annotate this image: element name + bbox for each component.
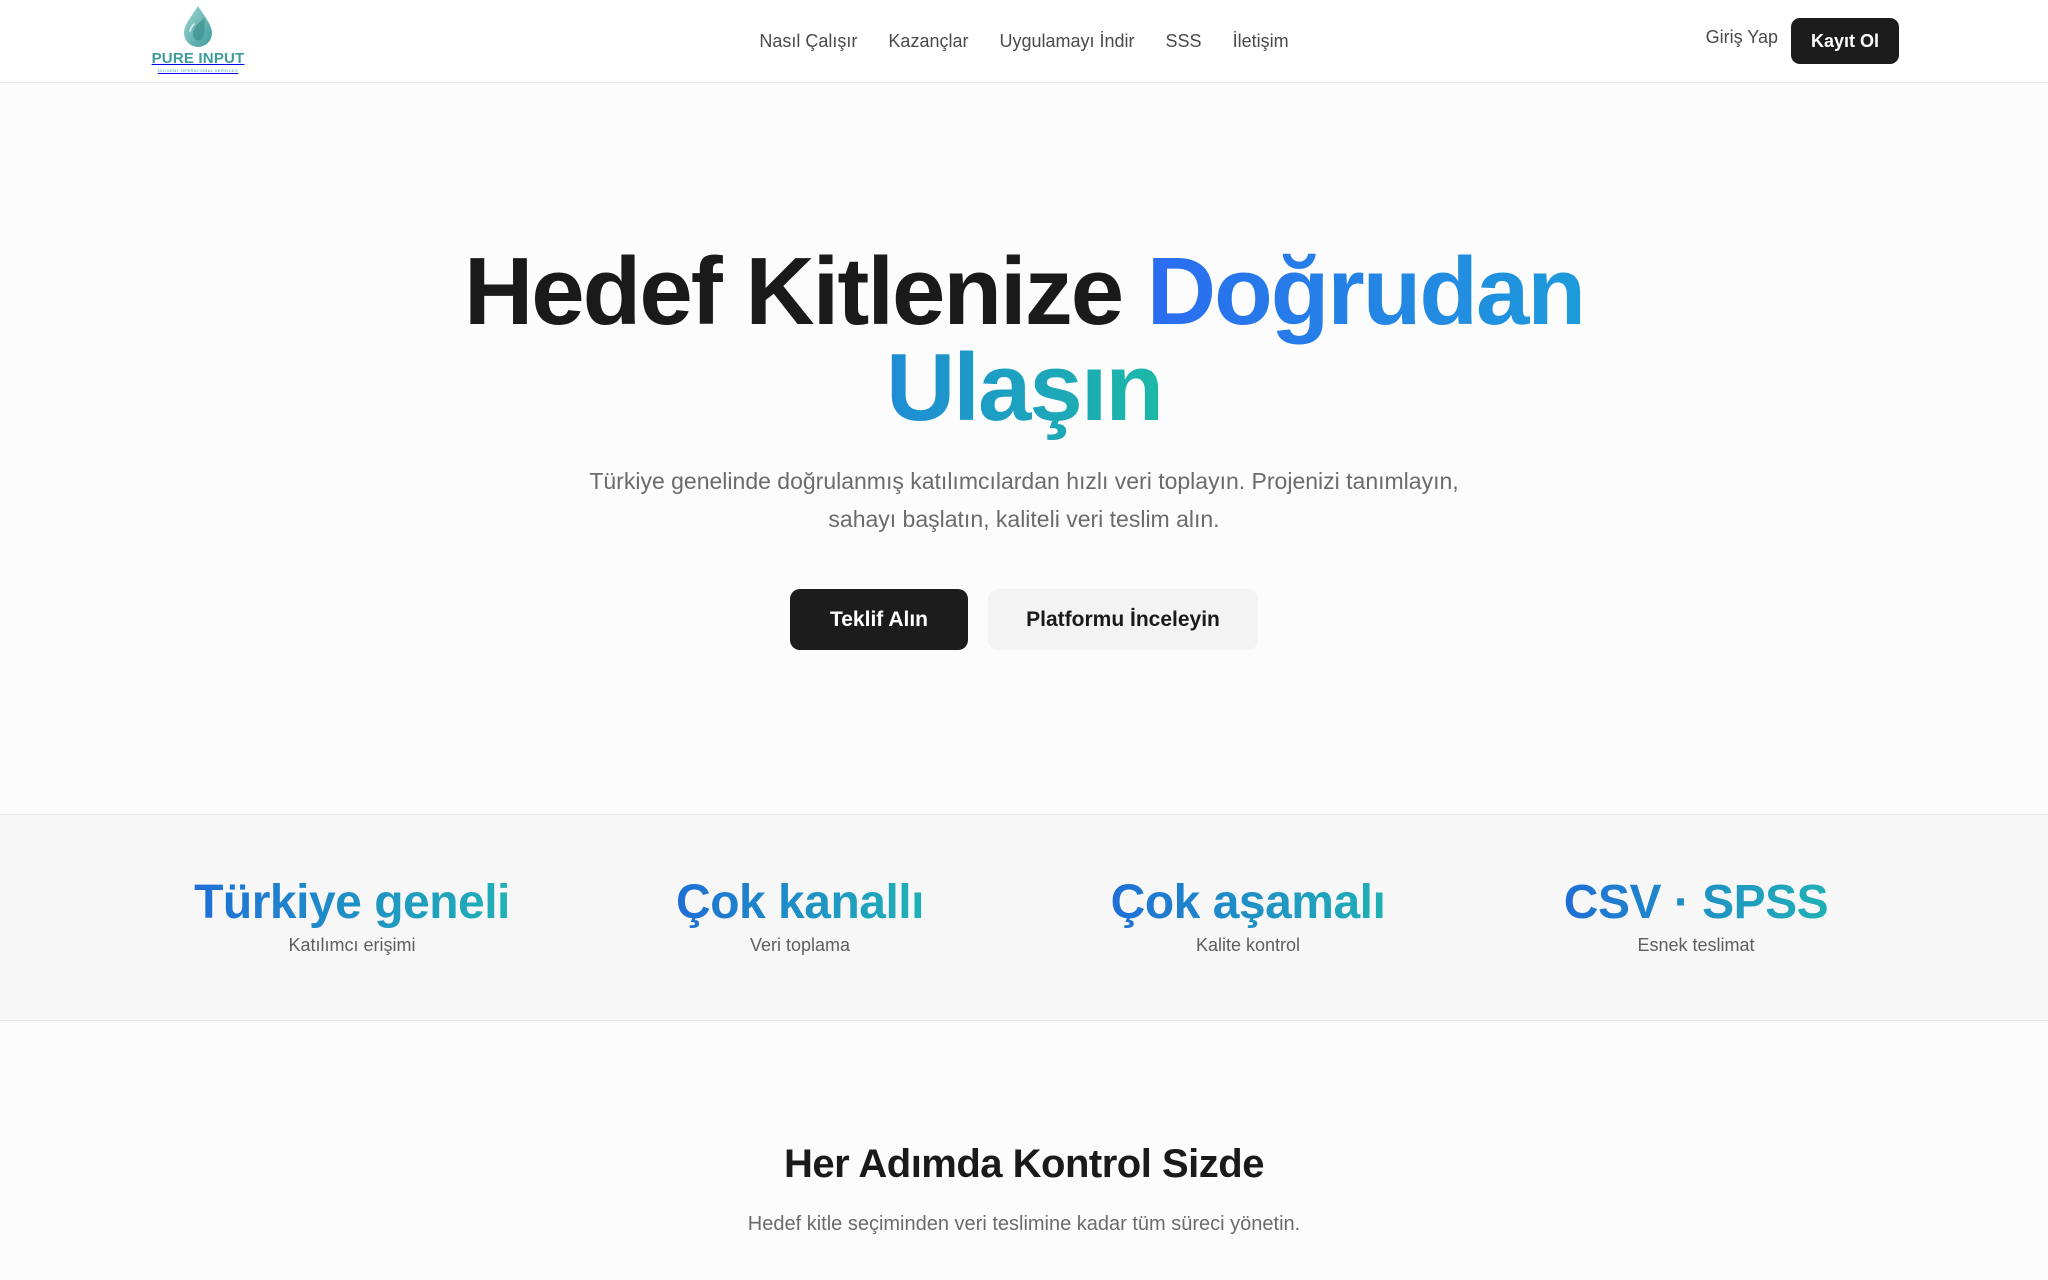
stat-label: Katılımcı erişimi <box>288 935 416 955</box>
stat-label: Esnek teslimat <box>1637 935 1755 955</box>
signup-button[interactable]: Kayıt Ol <box>1791 18 1899 64</box>
section-title: Her Adımda Kontrol Sizde <box>784 1142 1264 1186</box>
nav-earnings[interactable]: Kazançlar <box>888 31 968 52</box>
hero-title-part3: Ulaşın <box>885 334 1164 441</box>
stat-item: CSV · SPSS Esnek teslimat <box>1486 875 1906 956</box>
logo-text: PURE INPUT <box>151 50 245 67</box>
stat-item: Çok aşamalı Kalite kontrol <box>1038 875 1458 956</box>
stat-value: Türkiye geneli <box>194 876 510 929</box>
stat-label: Veri toplama <box>749 935 851 955</box>
stat-item: Çok kanallı Veri toplama <box>590 875 1010 956</box>
hero-subtitle: Türkiye genelinde doğrulanmış katılımcıl… <box>589 468 1459 532</box>
nav-contact[interactable]: İletişim <box>1233 31 1289 52</box>
stat-item: Türkiye geneli Katılımcı erişimi <box>142 875 562 956</box>
hero-title-part1: Hedef Kitlenize <box>463 238 1147 345</box>
hero-title: Hedef Kitlenize Doğrudan Ulaşın <box>0 244 2048 436</box>
hero-section: Hedef Kitlenize Doğrudan Ulaşın Türkiye … <box>0 84 2048 814</box>
site-header: PURE INPUT DILIGENT OPERATIONAL SERVICES… <box>0 0 2048 83</box>
explore-platform-button[interactable]: Platformu İnceleyin <box>988 589 1258 650</box>
nav-download-app[interactable]: Uygulamayı İndir <box>999 31 1134 52</box>
nav-faq[interactable]: SSS <box>1166 31 1202 52</box>
stat-value: Çok aşamalı <box>1110 876 1386 929</box>
stats-band: Türkiye geneli Katılımcı erişimi Çok kan… <box>0 814 2048 1021</box>
logo-tagline: DILIGENT OPERATIONAL SERVICES <box>157 68 239 73</box>
section-subtitle: Hedef kitle seçiminden veri teslimine ka… <box>747 1213 1301 1235</box>
stat-label: Kalite kontrol <box>1195 935 1301 955</box>
hero-title-highlight: Doğrudan <box>1146 238 1586 345</box>
logo[interactable]: PURE INPUT DILIGENT OPERATIONAL SERVICES <box>146 4 250 80</box>
login-link[interactable]: Giriş Yap <box>1706 27 1778 48</box>
stat-value: CSV · SPSS <box>1563 876 1829 929</box>
get-quote-button[interactable]: Teklif Alın <box>790 589 968 650</box>
stat-value: Çok kanallı <box>676 876 924 929</box>
droplet-icon <box>184 6 212 47</box>
nav-how-it-works[interactable]: Nasıl Çalışır <box>759 31 857 52</box>
